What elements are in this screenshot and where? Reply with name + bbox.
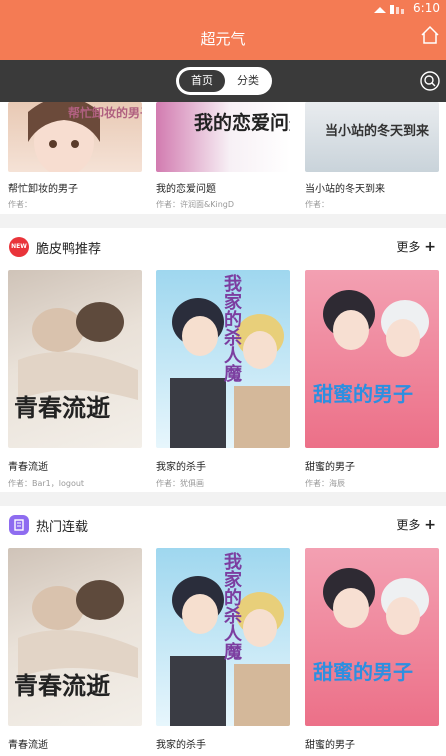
cover-title: 当小站的冬天到来	[325, 124, 430, 139]
cover-title: 甜蜜的男子	[313, 382, 413, 406]
section-header: NEW 脆皮鸭推荐 更多 +	[0, 230, 446, 264]
cover-title: 青春流逝	[14, 671, 110, 700]
app-header: 超元气	[0, 18, 446, 60]
segment-control: 首页 分类	[176, 67, 272, 95]
cover-title: 甜蜜的男子	[313, 660, 413, 684]
tab-home[interactable]: 首页	[179, 70, 225, 92]
comic-name[interactable]: 甜蜜的男子	[305, 458, 355, 473]
signal-icons	[374, 5, 404, 14]
search-icon[interactable]	[420, 71, 440, 91]
cover-title: 青春流逝	[14, 393, 110, 422]
section-header: 热门连载 更多 +	[0, 508, 446, 542]
cover-art	[323, 290, 429, 357]
cover-art	[323, 568, 429, 635]
more-button[interactable]: 更多 +	[396, 238, 436, 255]
comic-cover[interactable]: 甜蜜的男子	[305, 548, 439, 726]
comic-name[interactable]: 青春流逝	[8, 736, 48, 751]
comic-cover[interactable]: 我家的杀人魔	[156, 270, 290, 448]
comic-cover[interactable]: 我的恋爱问题	[156, 102, 290, 172]
section-title: 脆皮鸭推荐	[36, 242, 102, 257]
home-icon[interactable]	[420, 25, 440, 45]
comic-cover[interactable]: 甜蜜的男子	[305, 270, 439, 448]
comic-author: 作者：犹俱画	[156, 479, 204, 488]
clock: 6:10	[413, 1, 440, 15]
app-title: 超元气	[200, 30, 246, 48]
section-hot-serial: 热门连载 更多 + 青春流逝 青春流逝 我家的杀人魔 我家的杀手 甜蜜的男子 甜…	[0, 506, 446, 756]
comic-cover[interactable]: 帮忙卸妆的男子	[8, 102, 142, 172]
comic-cover[interactable]: 我家的杀人魔	[156, 548, 290, 726]
comic-name[interactable]: 我家的杀手	[156, 458, 206, 473]
comic-author: 作者：许润面&KingD	[156, 200, 235, 209]
tab-bar: 首页 分类	[0, 60, 446, 102]
cover-title: 我家的杀人魔	[221, 552, 242, 660]
comic-name[interactable]: 帮忙卸妆的男子	[8, 180, 78, 195]
comic-name[interactable]: 当小站的冬天到来	[305, 180, 385, 195]
comic-cover[interactable]: 青春流逝	[8, 270, 142, 448]
comic-author: 作者：	[305, 200, 329, 209]
comic-cover[interactable]: 青春流逝	[8, 548, 142, 726]
comic-name[interactable]: 我家的杀手	[156, 736, 206, 751]
comic-author: 作者：海辰	[305, 479, 345, 488]
comic-author: 作者：	[8, 200, 32, 209]
serial-book-icon	[9, 515, 29, 535]
new-badge-icon: NEW	[9, 237, 29, 257]
top-comic-row: 帮忙卸妆的男子 帮忙卸妆的男子 作者： 我的恋爱问题 我的恋爱问题 作者：许润面…	[0, 102, 446, 214]
comic-name[interactable]: 青春流逝	[8, 458, 48, 473]
comic-name[interactable]: 我的恋爱问题	[156, 180, 216, 195]
cover-title: 帮忙卸妆的男子	[68, 106, 142, 120]
cover-title: 我家的杀人魔	[221, 274, 242, 382]
cover-title: 我的恋爱问题	[194, 112, 290, 134]
comic-author: 作者：Bar1，logout	[8, 479, 85, 488]
section-title: 热门连载	[36, 520, 89, 535]
more-button[interactable]: 更多 +	[396, 516, 436, 533]
status-bar: 6:10	[0, 0, 446, 18]
comic-name[interactable]: 甜蜜的男子	[305, 736, 355, 751]
section-recommend: NEW 脆皮鸭推荐 更多 + 青春流逝 青春流逝 作者：Bar1，logout …	[0, 228, 446, 492]
comic-cover[interactable]: 当小站的冬天到来	[305, 102, 439, 172]
tab-category[interactable]: 分类	[226, 70, 270, 92]
